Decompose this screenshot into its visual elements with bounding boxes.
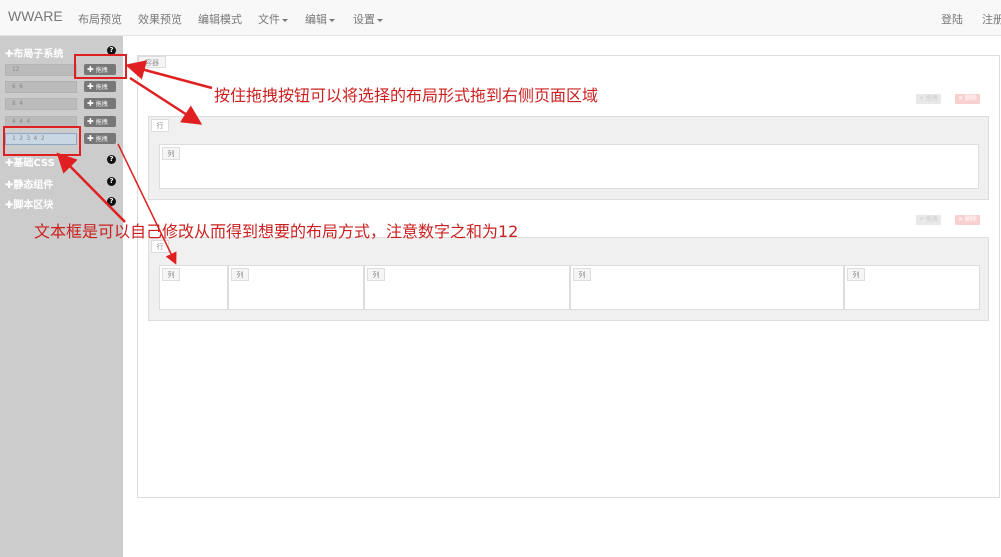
row-drag-button[interactable]: + 拖拽 bbox=[916, 215, 941, 225]
chevron-down-icon bbox=[282, 18, 288, 22]
chevron-down-icon bbox=[377, 18, 383, 22]
drag-button[interactable]: ✚ 拖拽 bbox=[84, 98, 116, 109]
chevron-down-icon bbox=[329, 18, 335, 22]
column-label: 列 bbox=[162, 268, 180, 281]
top-navbar: WWARE 布局预览 效果预览 编辑模式 文件 编辑 设置 登陆 注册 bbox=[0, 0, 1001, 36]
drag-button[interactable]: ✚ 拖拽 bbox=[84, 116, 116, 127]
nav-edit-label: 编辑 bbox=[305, 13, 327, 26]
layout-input-8-4[interactable]: 8 4 bbox=[5, 98, 77, 110]
row-delete-button[interactable]: ✕ 删除 bbox=[955, 94, 980, 104]
column-label: 列 bbox=[367, 268, 385, 281]
annotation-highlight-drag bbox=[74, 54, 127, 79]
drag-button[interactable]: ✚ 拖拽 bbox=[84, 81, 116, 92]
move-icon: ✚ bbox=[87, 134, 94, 143]
layout-row[interactable]: 行 列 列 列 列 列 bbox=[148, 237, 989, 321]
layout-input-6-6[interactable]: 6 6 bbox=[5, 81, 77, 93]
layout-column[interactable]: 列 bbox=[570, 265, 844, 310]
nav-file-menu[interactable]: 文件 bbox=[258, 11, 288, 27]
section-label: 布局子系统 bbox=[13, 49, 64, 60]
section-label: 基础CSS bbox=[13, 158, 55, 169]
section-script-blocks[interactable]: ✚脚本区块 bbox=[5, 196, 53, 211]
section-label: 静态组件 bbox=[13, 180, 54, 191]
layout-column[interactable]: 列 bbox=[844, 265, 980, 310]
nav-settings-label: 设置 bbox=[353, 13, 375, 26]
drag-label: 拖拽 bbox=[95, 136, 108, 143]
nav-effect-preview[interactable]: 效果预览 bbox=[138, 11, 182, 27]
move-icon: ✚ bbox=[87, 99, 94, 108]
nav-register[interactable]: 注册 bbox=[982, 11, 1001, 27]
nav-edit-menu[interactable]: 编辑 bbox=[305, 11, 335, 27]
column-label: 列 bbox=[231, 268, 249, 281]
nav-edit-mode[interactable]: 编辑模式 bbox=[198, 11, 242, 27]
help-icon[interactable]: ? bbox=[107, 197, 116, 206]
drag-label: 拖拽 bbox=[95, 119, 108, 126]
brand-logo[interactable]: WWARE bbox=[8, 8, 63, 24]
move-icon: ✚ bbox=[87, 117, 94, 126]
column-label: 列 bbox=[847, 268, 865, 281]
sidebar: ✚布局子系统 ? 12 ✚ 拖拽 6 6 ✚ 拖拽 8 4 ✚ 拖拽 4 4 4 ✚ 拖… bbox=[0, 36, 123, 557]
row-delete-button[interactable]: ✕ 删除 bbox=[955, 215, 980, 225]
nav-file-label: 文件 bbox=[258, 13, 280, 26]
annotation-highlight-input bbox=[3, 126, 81, 156]
move-icon: ✚ bbox=[87, 82, 94, 91]
layout-input-12[interactable]: 12 bbox=[5, 64, 77, 76]
nav-settings-menu[interactable]: 设置 bbox=[353, 11, 383, 27]
section-layout-system[interactable]: ✚布局子系统 bbox=[5, 45, 63, 60]
annotation-drag-hint: 按住拖拽按钮可以将选择的布局形式拖到右侧页面区域 bbox=[214, 86, 599, 105]
help-icon[interactable]: ? bbox=[107, 155, 116, 164]
section-static-components[interactable]: ✚静态组件 bbox=[5, 176, 53, 191]
layout-column[interactable]: 列 bbox=[228, 265, 364, 310]
container-label: 容器 bbox=[138, 56, 166, 68]
drag-label: 拖拽 bbox=[95, 101, 108, 108]
help-icon[interactable]: ? bbox=[107, 177, 116, 186]
column-label: 列 bbox=[573, 268, 591, 281]
layout-column[interactable]: 列 bbox=[159, 265, 228, 310]
layout-column[interactable]: 列 bbox=[159, 144, 979, 189]
row-label: 行 bbox=[151, 119, 169, 132]
section-base-css[interactable]: ✚基础CSS bbox=[5, 154, 55, 169]
drag-button[interactable]: ✚ 拖拽 bbox=[84, 133, 116, 144]
nav-login[interactable]: 登陆 bbox=[941, 11, 963, 27]
row-drag-button[interactable]: + 拖拽 bbox=[916, 94, 941, 104]
nav-layout-preview[interactable]: 布局预览 bbox=[78, 11, 122, 27]
layout-row[interactable]: 行 列 bbox=[148, 116, 989, 200]
drag-label: 拖拽 bbox=[95, 84, 108, 91]
column-label: 列 bbox=[162, 147, 180, 160]
annotation-input-hint: 文本框是可以自己修改从而得到想要的布局方式，注意数字之和为12 bbox=[34, 222, 519, 241]
layout-column[interactable]: 列 bbox=[364, 265, 570, 310]
section-label: 脚本区块 bbox=[13, 200, 54, 211]
